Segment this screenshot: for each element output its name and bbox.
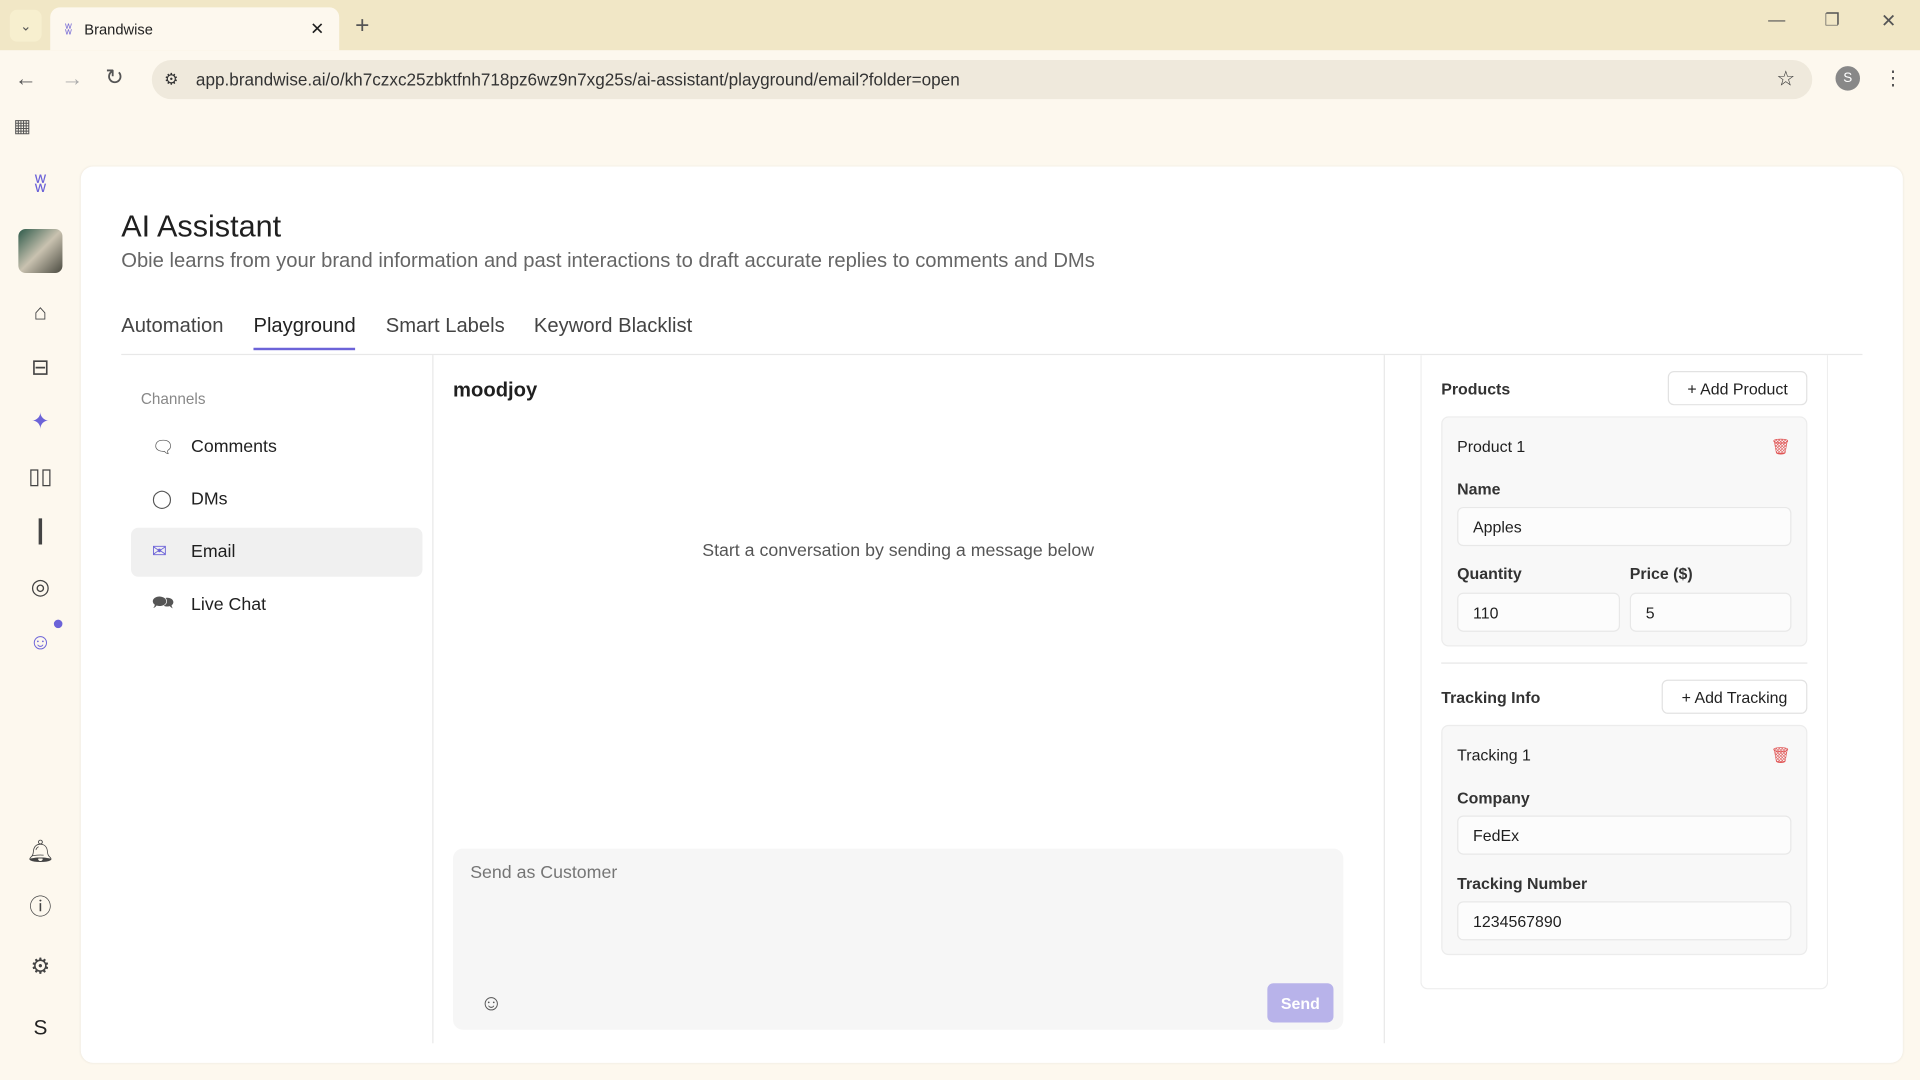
tab-smart-labels[interactable]: Smart Labels <box>386 315 505 338</box>
inbox-icon[interactable]: ⊟ <box>22 349 59 386</box>
browser-tab[interactable]: ʬ Brandwise ✕ <box>50 7 339 50</box>
browser-menu-icon[interactable]: ⋮ <box>1883 66 1903 90</box>
minimize-icon[interactable]: — <box>1768 10 1785 30</box>
close-window-icon[interactable]: ✕ <box>1881 10 1896 32</box>
live-chat-icon: 🗪︎ <box>152 590 191 621</box>
empty-state-text: Start a conversation by sending a messag… <box>453 541 1343 561</box>
quantity-label: Quantity <box>1457 564 1522 582</box>
home-icon[interactable]: ⌂ <box>22 294 59 331</box>
products-heading: Products <box>1441 380 1510 398</box>
divider <box>1441 662 1807 663</box>
channel-label: DMs <box>191 490 228 510</box>
channel-live-chat[interactable]: 🗪︎Live Chat <box>131 580 422 629</box>
add-product-button[interactable]: + Add Product <box>1668 371 1808 405</box>
new-tab-icon[interactable]: + <box>355 12 369 40</box>
restore-icon[interactable]: ❐ <box>1824 10 1839 31</box>
site-settings-icon[interactable]: ⚙ <box>164 70 178 90</box>
price-label: Price ($) <box>1630 564 1693 582</box>
channel-label: Email <box>191 542 235 562</box>
tab-keyword-blacklist[interactable]: Keyword Blacklist <box>534 315 692 338</box>
tab-automation[interactable]: Automation <box>121 315 223 338</box>
brandwise-logo-icon[interactable]: ʬ <box>21 171 60 198</box>
user-avatar[interactable]: S <box>22 1010 59 1047</box>
tracking-title: Tracking 1 <box>1457 746 1531 764</box>
add-tracking-button[interactable]: + Add Tracking <box>1662 680 1808 714</box>
channels-heading: Channels <box>141 391 206 408</box>
back-icon[interactable]: ← <box>15 66 37 92</box>
reload-icon[interactable]: ↻ <box>105 65 123 91</box>
tracking-heading: Tracking Info <box>1441 688 1540 706</box>
target-icon[interactable]: ◎ <box>22 568 59 605</box>
ai-sparkle-icon[interactable]: ✦ <box>22 403 59 440</box>
address-bar[interactable]: ⚙ app.brandwise.ai/o/kh7czxc25zbktfnh718… <box>152 60 1812 99</box>
price-input[interactable]: 5 <box>1630 593 1792 632</box>
message-circle-icon: ◯ <box>152 490 191 510</box>
tab-list-icon[interactable]: ⌄ <box>10 10 42 42</box>
close-tab-icon[interactable]: ✕ <box>310 18 324 39</box>
chat-bot-icon[interactable]: ☺ <box>22 623 59 660</box>
url-text: app.brandwise.ai/o/kh7czxc25zbktfnh718pz… <box>196 70 960 90</box>
analytics-icon[interactable]: ┃ <box>22 513 59 550</box>
mail-icon: ✉ <box>152 542 191 562</box>
channel-label: Live Chat <box>191 595 266 615</box>
send-button[interactable]: Send <box>1267 983 1333 1022</box>
brandwise-favicon-icon: ʬ <box>65 20 72 37</box>
delete-product-icon[interactable]: 🗑︎ <box>1771 437 1791 457</box>
forward-icon[interactable]: → <box>61 66 83 92</box>
company-label: Company <box>1457 789 1530 807</box>
profile-avatar[interactable]: S <box>1836 66 1860 90</box>
company-input[interactable]: FedEx <box>1457 816 1791 855</box>
quantity-input[interactable]: 110 <box>1457 593 1620 632</box>
tracking-number-input[interactable]: 1234567890 <box>1457 901 1791 940</box>
book-icon[interactable]: ▯▯ <box>22 458 59 495</box>
page-subtitle: Obie learns from your brand information … <box>121 250 1095 273</box>
divider <box>1384 355 1385 1043</box>
divider <box>432 355 433 1043</box>
tab-playground[interactable]: Playground <box>253 315 355 351</box>
bell-icon[interactable]: 🔔︎ <box>22 833 59 870</box>
comments-icon: 🗨︎ <box>152 437 191 458</box>
product-name-input[interactable]: Apples <box>1457 507 1791 546</box>
name-label: Name <box>1457 480 1500 498</box>
settings-icon[interactable]: ⚙ <box>22 948 59 985</box>
tracking-number-label: Tracking Number <box>1457 874 1587 892</box>
help-icon[interactable]: ⓘ <box>22 888 59 925</box>
channel-comments[interactable]: 🗨︎Comments <box>131 422 422 471</box>
product-title: Product 1 <box>1457 437 1525 455</box>
conversation-name: moodjoy <box>453 380 537 403</box>
bookmark-star-icon[interactable]: ☆ <box>1776 67 1795 91</box>
notification-dot <box>54 620 63 629</box>
message-input[interactable] <box>470 863 1315 883</box>
delete-tracking-icon[interactable]: 🗑︎ <box>1771 746 1791 766</box>
apps-grid-icon[interactable]: ▦ <box>13 115 30 137</box>
channel-dms[interactable]: ◯DMs <box>131 475 422 524</box>
message-composer: ☺ Send <box>453 849 1343 1030</box>
brand-avatar[interactable] <box>18 229 62 273</box>
page-title: AI Assistant <box>121 209 281 245</box>
emoji-icon[interactable]: ☺ <box>480 991 503 1017</box>
channel-label: Comments <box>191 437 277 457</box>
channel-email[interactable]: ✉Email <box>131 528 422 577</box>
tab-title: Brandwise <box>84 20 153 37</box>
